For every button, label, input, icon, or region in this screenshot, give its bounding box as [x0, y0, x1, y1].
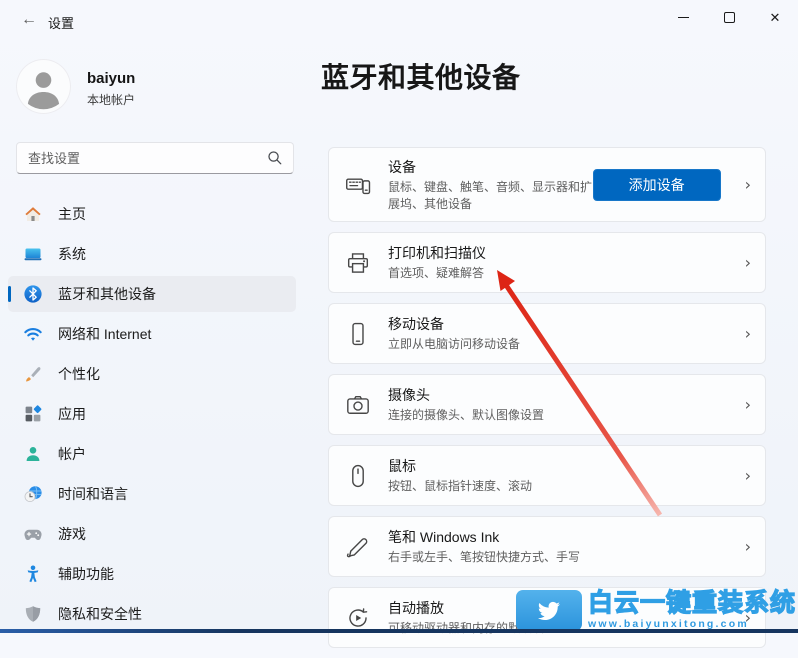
chevron-right-icon: ›: [744, 253, 751, 272]
taskbar-edge: [0, 629, 798, 633]
card-text: 设备 鼠标、键盘、触笔、音频、显示器和扩展坞、其他设备: [388, 157, 593, 213]
window-controls: ✕: [660, 0, 798, 34]
titlebar: ← 设置 ✕: [0, 0, 798, 40]
gaming-icon: [24, 529, 42, 541]
sidebar-item-network[interactable]: 网络和 Internet: [8, 316, 296, 352]
card-title: 鼠标: [388, 458, 416, 475]
chevron-right-icon: ›: [744, 175, 751, 194]
card-subtitle: 按钮、鼠标指针速度、滚动: [388, 479, 533, 494]
personalization-icon: [26, 367, 41, 382]
card-text: 打印机和扫描仪 首选项、疑难解答: [388, 243, 739, 282]
card-subtitle: 连接的摄像头、默认图像设置: [388, 408, 545, 423]
close-icon: ✕: [769, 9, 781, 25]
autoplay-icon: [349, 607, 368, 627]
chevron-right-icon: ›: [744, 466, 751, 485]
sidebar-item-accounts[interactable]: 帐户: [8, 436, 296, 472]
minimize-icon: [677, 16, 689, 18]
time-language-icon: [24, 485, 42, 503]
user-name: baiyun: [87, 70, 136, 87]
page-title: 蓝牙和其他设备: [321, 62, 521, 93]
card-mouse[interactable]: 鼠标 按钮、鼠标指针速度、滚动 ›: [328, 445, 766, 506]
camera-icon: [347, 395, 369, 414]
user-account-type: 本地帐户: [87, 93, 136, 107]
card-title: 打印机和扫描仪: [388, 245, 486, 262]
sidebar-item-label: 系统: [58, 246, 86, 262]
sidebar-item-privacy[interactable]: 隐私和安全性: [8, 596, 296, 632]
devices-icon: [346, 177, 371, 194]
network-icon: [24, 328, 42, 341]
card-autoplay[interactable]: 自动播放 可移动驱动器和内存的默认设置 ›: [328, 587, 766, 648]
sidebar-item-label: 网络和 Internet: [58, 326, 152, 342]
sidebar-item-label: 隐私和安全性: [58, 606, 142, 622]
card-text: 笔和 Windows Ink 右手或左手、笔按钮快捷方式、手写: [388, 527, 739, 566]
card-text: 移动设备 立即从电脑访问移动设备: [388, 314, 739, 353]
sidebar-item-label: 时间和语言: [58, 486, 128, 502]
card-subtitle: 首选项、疑难解答: [388, 266, 485, 281]
search-box: [16, 142, 294, 174]
sidebar-item-label: 应用: [58, 406, 86, 422]
privacy-icon: [25, 606, 41, 622]
maximize-button[interactable]: [706, 0, 752, 34]
accounts-icon: [26, 447, 40, 461]
sidebar-item-label: 游戏: [58, 526, 86, 542]
add-device-button[interactable]: 添加设备: [592, 168, 721, 201]
search-input[interactable]: [17, 150, 266, 166]
sidebar-item-label: 蓝牙和其他设备: [58, 286, 156, 302]
mouse-icon: [352, 464, 364, 487]
card-title: 移动设备: [388, 316, 444, 333]
card-subtitle: 右手或左手、笔按钮快捷方式、手写: [388, 550, 581, 565]
card-title: 自动播放: [388, 600, 444, 617]
sidebar-item-accessibility[interactable]: 辅助功能: [8, 556, 296, 592]
card-title: 笔和 Windows Ink: [388, 529, 500, 546]
sidebar-item-apps[interactable]: 应用: [8, 396, 296, 432]
chevron-right-icon: ›: [744, 608, 751, 627]
person-icon: [27, 72, 60, 110]
minimize-button[interactable]: [660, 0, 706, 34]
bluetooth-icon: [24, 285, 42, 303]
sidebar-item-time-language[interactable]: 时间和语言: [8, 476, 296, 512]
card-title: 摄像头: [388, 387, 430, 404]
card-devices[interactable]: 设备 鼠标、键盘、触笔、音频、显示器和扩展坞、其他设备 添加设备 ›: [328, 147, 766, 222]
sidebar-item-label: 帐户: [58, 446, 86, 462]
sidebar-item-system[interactable]: 系统: [8, 236, 296, 272]
chevron-right-icon: ›: [744, 537, 751, 556]
apps-icon: [25, 405, 42, 422]
settings-card-list: 设备 鼠标、键盘、触笔、音频、显示器和扩展坞、其他设备 添加设备 › 打印机和扫…: [328, 147, 766, 658]
back-button[interactable]: ←: [12, 7, 46, 33]
mobile-device-icon: [352, 322, 364, 345]
chevron-right-icon: ›: [744, 395, 751, 414]
card-text: 摄像头 连接的摄像头、默认图像设置: [388, 385, 739, 424]
card-text: 鼠标 按钮、鼠标指针速度、滚动: [388, 456, 739, 495]
card-printers-scanners[interactable]: 打印机和扫描仪 首选项、疑难解答 ›: [328, 232, 766, 293]
maximize-icon: [723, 11, 735, 23]
pen-icon: [346, 537, 368, 557]
sidebar: 主页 系统 蓝牙和其他设备 网络和 Internet 个性化 应用 帐户 时间和…: [8, 196, 296, 636]
sidebar-item-personalization[interactable]: 个性化: [8, 356, 296, 392]
home-icon: [25, 207, 41, 221]
card-cameras[interactable]: 摄像头 连接的摄像头、默认图像设置 ›: [328, 374, 766, 435]
system-icon: [24, 248, 42, 261]
close-button[interactable]: ✕: [752, 0, 798, 34]
sidebar-item-label: 辅助功能: [58, 566, 114, 582]
card-mobile-devices[interactable]: 移动设备 立即从电脑访问移动设备 ›: [328, 303, 766, 364]
sidebar-item-gaming[interactable]: 游戏: [8, 516, 296, 552]
accessibility-icon: [27, 565, 39, 583]
sidebar-item-label: 个性化: [58, 366, 100, 382]
chevron-right-icon: ›: [744, 324, 751, 343]
sidebar-item-home[interactable]: 主页: [8, 196, 296, 232]
card-title: 设备: [388, 158, 416, 175]
sidebar-item-label: 主页: [58, 206, 86, 222]
card-pen-windows-ink[interactable]: 笔和 Windows Ink 右手或左手、笔按钮快捷方式、手写 ›: [328, 516, 766, 577]
card-subtitle: 立即从电脑访问移动设备: [388, 337, 521, 352]
card-subtitle: 鼠标、键盘、触笔、音频、显示器和扩展坞、其他设备: [388, 179, 593, 211]
sidebar-item-bluetooth-devices[interactable]: 蓝牙和其他设备: [8, 276, 296, 312]
printer-icon: [347, 252, 369, 273]
app-title: 设置: [48, 16, 75, 31]
avatar: [16, 59, 71, 114]
search-icon[interactable]: [266, 149, 284, 167]
